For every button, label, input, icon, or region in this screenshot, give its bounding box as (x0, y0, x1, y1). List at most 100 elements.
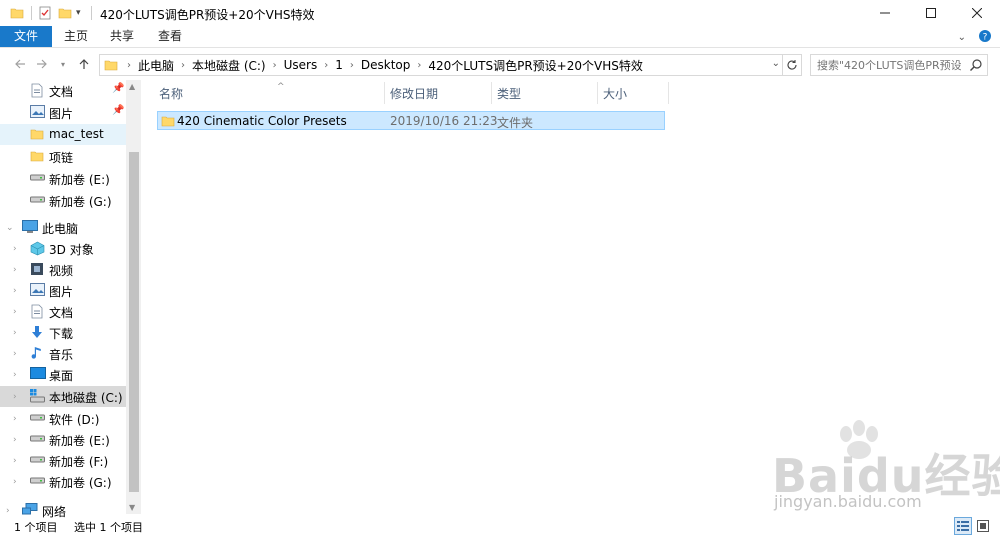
chevron-right-icon[interactable]: › (13, 286, 17, 296)
chevron-right-icon[interactable]: › (412, 60, 426, 71)
drive-icon (30, 193, 46, 207)
item-count: 1 个项目 (14, 521, 58, 534)
nav-item-drive-e-quick[interactable]: 新加卷 (E:) (0, 168, 126, 189)
chevron-right-icon[interactable]: › (13, 244, 17, 254)
window-title: 420个LUTS调色PR预设+20个VHS特效 (100, 8, 315, 22)
nav-item-local-disk-c[interactable]: › 本地磁盘 (C:) (0, 386, 126, 407)
file-date: 2019/10/16 21:23 (390, 114, 498, 128)
folder-icon (161, 114, 175, 131)
chevron-right-icon[interactable]: › (268, 60, 282, 71)
navigation-pane: 文档 📌 图片 📌 mac_test 项链 新加卷 (E:) 新加卷 (G:) (0, 80, 141, 519)
breadcrumb-users[interactable]: Users (282, 58, 320, 72)
chevron-right-icon[interactable]: › (13, 328, 17, 338)
breadcrumb-local-disk[interactable]: 本地磁盘 (C:) (190, 57, 268, 74)
watermark-url: jingyan.baidu.com (774, 492, 922, 511)
search-icon[interactable] (969, 58, 983, 75)
breadcrumb-user[interactable]: 1 (333, 58, 345, 72)
tab-home[interactable]: 主页 (50, 26, 102, 47)
chevron-right-icon[interactable]: › (6, 506, 10, 516)
chevron-down-icon[interactable]: ⌄ (772, 58, 780, 69)
forward-arrow-icon[interactable] (34, 56, 50, 72)
pin-icon[interactable]: 📌 (112, 105, 124, 116)
table-row[interactable]: 420 Cinematic Color Presets 2019/10/16 2… (157, 111, 665, 130)
nav-item-3d-objects[interactable]: › 3D 对象 (0, 238, 126, 259)
chevron-right-icon[interactable]: › (345, 60, 359, 71)
svg-text:?: ? (983, 33, 988, 43)
breadcrumb-desktop[interactable]: Desktop (359, 58, 413, 72)
maximize-button[interactable] (908, 0, 954, 26)
column-date-modified[interactable]: 修改日期 (384, 80, 491, 108)
nav-item-drive-e[interactable]: › 新加卷 (E:) (0, 429, 126, 450)
scroll-up-icon[interactable]: ▲ (129, 82, 135, 91)
help-icon[interactable]: ? (978, 29, 992, 46)
refresh-button[interactable] (783, 54, 802, 76)
pictures-icon (30, 105, 46, 119)
minimize-button[interactable] (862, 0, 908, 26)
nav-item-this-pc[interactable]: ⌄ 此电脑 (0, 217, 126, 238)
file-name: 420 Cinematic Color Presets (177, 114, 347, 128)
network-icon (22, 503, 38, 517)
search-box[interactable] (810, 54, 988, 76)
nav-item-drive-g-quick[interactable]: 新加卷 (G:) (0, 190, 126, 211)
nav-item-pictures[interactable]: › 图片 (0, 280, 126, 301)
drive-icon (30, 411, 46, 425)
chevron-right-icon[interactable]: › (13, 392, 17, 402)
breadcrumb-current-folder[interactable]: 420个LUTS调色PR预设+20个VHS特效 (426, 57, 644, 74)
close-button[interactable] (954, 0, 1000, 26)
chevron-right-icon[interactable]: › (176, 60, 190, 71)
pin-icon[interactable]: 📌 (112, 83, 124, 94)
nav-item-drive-d[interactable]: › 软件 (D:) (0, 408, 126, 429)
expand-ribbon-icon[interactable]: ⌄ (958, 32, 966, 43)
search-input[interactable] (811, 58, 961, 72)
up-arrow-icon[interactable] (76, 56, 92, 72)
nav-item-drive-g[interactable]: › 新加卷 (G:) (0, 471, 126, 492)
properties-icon[interactable] (38, 5, 52, 21)
chevron-right-icon[interactable]: › (13, 349, 17, 359)
desktop-icon (30, 367, 46, 381)
chevron-right-icon[interactable]: › (13, 370, 17, 380)
column-type[interactable]: 类型 (491, 80, 597, 108)
nav-item-mac-test[interactable]: mac_test (0, 124, 126, 145)
column-size[interactable]: 大小 (597, 80, 669, 108)
new-folder-icon[interactable] (58, 5, 72, 21)
chevron-right-icon[interactable]: › (13, 435, 17, 445)
chevron-right-icon[interactable]: › (13, 265, 17, 275)
chevron-right-icon[interactable]: › (319, 60, 333, 71)
tab-share[interactable]: 共享 (96, 26, 148, 47)
navigation-bar: ▾ › 此电脑 › 本地磁盘 (C:) › Users › 1 › Deskto… (0, 53, 1000, 77)
large-icons-view-button[interactable] (974, 517, 992, 535)
drive-icon (30, 474, 46, 488)
scrollbar-thumb[interactable] (129, 152, 139, 492)
nav-item-documents[interactable]: › 文档 (0, 301, 126, 322)
status-bar: 1 个项目 选中 1 个项目 (0, 516, 1000, 537)
chevron-right-icon[interactable]: › (13, 477, 17, 487)
chevron-right-icon[interactable]: › (13, 307, 17, 317)
scroll-down-icon[interactable]: ▼ (129, 503, 135, 512)
nav-item-drive-f[interactable]: › 新加卷 (F:) (0, 450, 126, 471)
back-arrow-icon[interactable] (12, 56, 28, 72)
nav-item-necklace[interactable]: 项链 (0, 146, 126, 167)
document-icon (30, 83, 46, 98)
nav-item-videos[interactable]: › 视频 (0, 259, 126, 280)
tab-view[interactable]: 查看 (144, 26, 196, 47)
nav-item-music[interactable]: › 音乐 (0, 343, 126, 364)
nav-item-desktop[interactable]: › 桌面 (0, 364, 126, 385)
breadcrumb-this-pc[interactable]: 此电脑 (136, 57, 176, 74)
nav-scrollbar[interactable]: ▲ ▼ (126, 80, 141, 514)
tab-file[interactable]: 文件 (0, 26, 52, 47)
drive-icon (30, 432, 46, 446)
nav-item-downloads[interactable]: › 下载 (0, 322, 126, 343)
nav-item-documents-quick[interactable]: 文档 📌 (0, 80, 126, 101)
chevron-right-icon[interactable]: › (13, 456, 17, 466)
details-view-button[interactable] (954, 517, 972, 535)
drive-icon (30, 453, 46, 467)
nav-item-pictures-quick[interactable]: 图片 📌 (0, 102, 126, 123)
recent-locations-icon[interactable]: ▾ (55, 56, 71, 72)
system-drive-icon (30, 389, 46, 403)
chevron-right-icon[interactable]: › (122, 60, 136, 71)
column-name[interactable]: ^ 名称 (153, 80, 385, 108)
chevron-right-icon[interactable]: › (13, 414, 17, 424)
chevron-down-icon[interactable]: ⌄ (6, 223, 14, 233)
address-bar[interactable]: › 此电脑 › 本地磁盘 (C:) › Users › 1 › Desktop … (99, 54, 783, 76)
customize-toolbar-icon[interactable]: ▾ (76, 5, 81, 21)
